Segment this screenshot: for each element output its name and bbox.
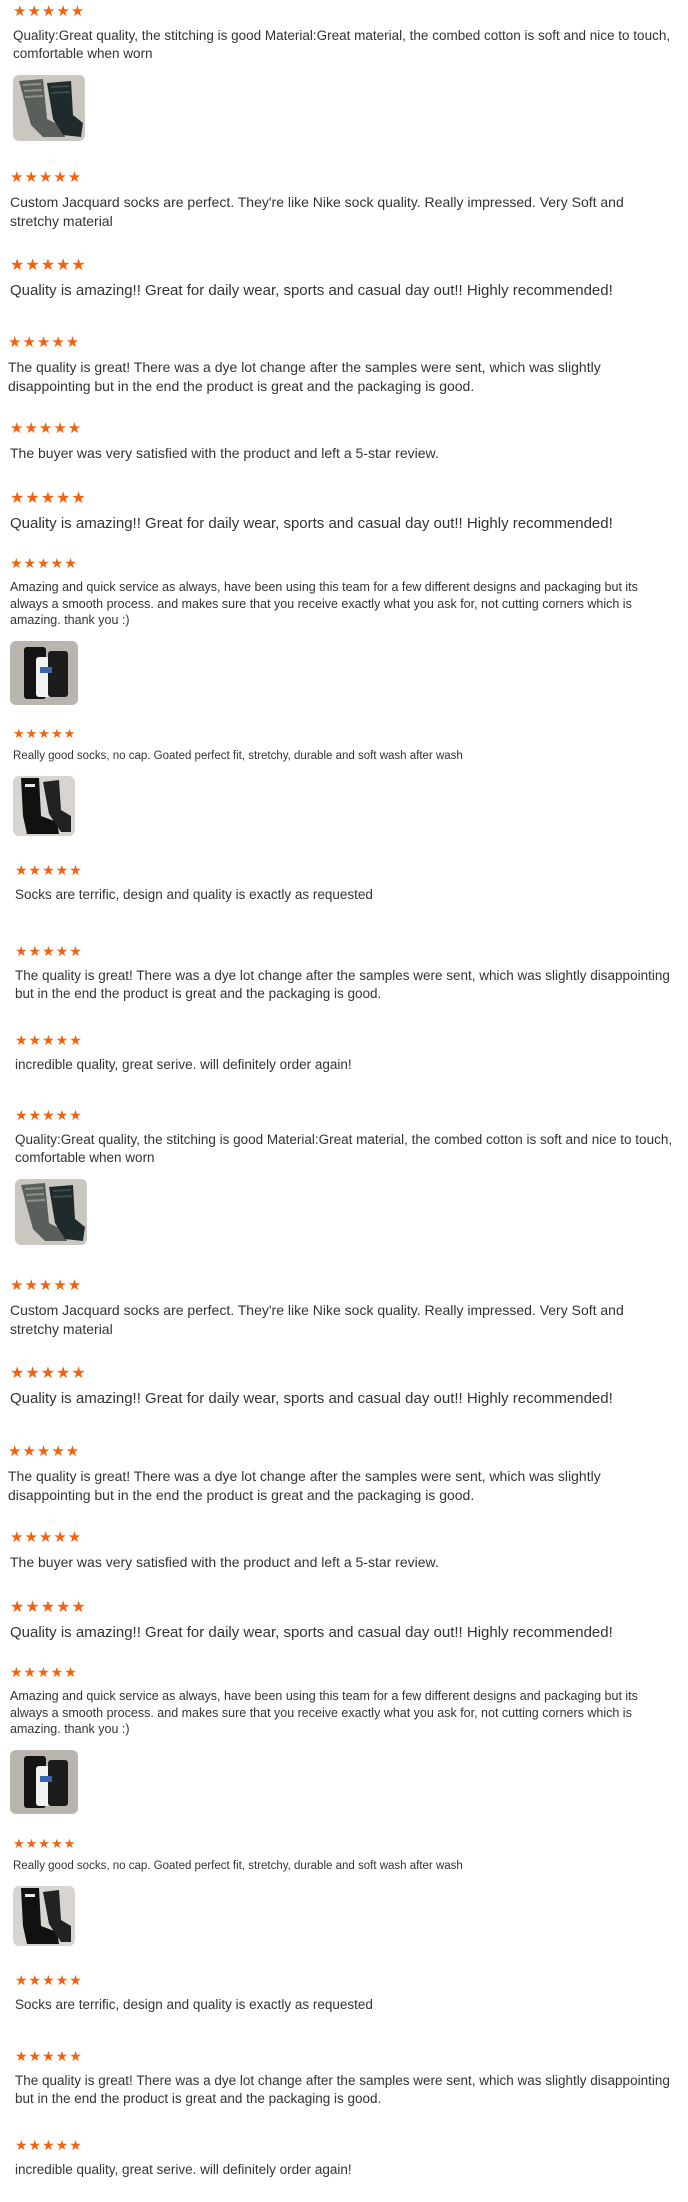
- star-rating: ★★★★★: [10, 255, 87, 274]
- review-text: Amazing and quick service as always, hav…: [10, 1689, 638, 1737]
- review-photo-thumbnail[interactable]: [13, 74, 85, 141]
- star-rating: ★★★★★: [15, 2138, 83, 2154]
- review-card: ★★★★★ Quality is amazing!! Great for dai…: [10, 490, 680, 534]
- review-text: incredible quality, great serive. will d…: [15, 1057, 352, 1072]
- review-card: ★★★★★ The buyer was very satisfied with …: [10, 1530, 675, 1572]
- star-rating: ★★★★★: [10, 1665, 78, 1681]
- review-text: Really good socks, no cap. Goated perfec…: [13, 750, 463, 762]
- star-rating: ★★★★★: [15, 944, 83, 960]
- review-card: ★★★★★ Socks are terrific, design and qua…: [15, 864, 675, 904]
- review-card: ★★★★★ Quality:Great quality, the stitchi…: [15, 1109, 675, 1245]
- star-rating: ★★★★★: [8, 1442, 81, 1460]
- review-text: Really good socks, no cap. Goated perfec…: [13, 1860, 463, 1872]
- review-card: ★★★★★ Quality:Great quality, the stitchi…: [13, 4, 675, 141]
- review-text: Quality is amazing!! Great for daily wea…: [10, 1624, 613, 1641]
- review-text: Socks are terrific, design and quality i…: [15, 1997, 373, 2012]
- star-rating: ★★★★★: [15, 863, 83, 879]
- review-feed: ★★★★★ Quality:Great quality, the stitchi…: [0, 0, 688, 2202]
- review-card: ★★★★★ Quality is amazing!! Great for dai…: [10, 257, 680, 301]
- review-photo-thumbnail[interactable]: [13, 1886, 75, 1947]
- review-text: incredible quality, great serive. will d…: [15, 2162, 352, 2177]
- review-text: The quality is great! There was a dye lo…: [15, 968, 670, 1001]
- review-text: Custom Jacquard socks are perfect. They'…: [10, 194, 624, 229]
- star-rating: ★★★★★: [10, 1363, 87, 1382]
- review-text: Amazing and quick service as always, hav…: [10, 580, 638, 628]
- star-rating: ★★★★★: [10, 1276, 83, 1294]
- review-text: Quality is amazing!! Great for daily wea…: [10, 282, 613, 299]
- review-card: ★★★★★ Amazing and quick service as alway…: [10, 1666, 675, 1814]
- review-card: ★★★★★ The quality is great! There was a …: [15, 2050, 675, 2108]
- review-text: Custom Jacquard socks are perfect. They'…: [10, 1302, 624, 1337]
- review-text: The quality is great! There was a dye lo…: [8, 1468, 601, 1503]
- review-card: ★★★★★ Amazing and quick service as alway…: [10, 557, 675, 705]
- review-text: Quality:Great quality, the stitching is …: [15, 1132, 673, 1165]
- review-card: ★★★★★ Really good socks, no cap. Goated …: [13, 727, 673, 837]
- review-text: The quality is great! There was a dye lo…: [15, 2073, 670, 2106]
- review-card: ★★★★★ The buyer was very satisfied with …: [10, 421, 675, 463]
- star-rating: ★★★★★: [15, 1973, 83, 1989]
- review-text: Quality is amazing!! Great for daily wea…: [10, 1390, 613, 1407]
- star-rating: ★★★★★: [13, 2, 86, 20]
- star-rating: ★★★★★: [13, 727, 77, 742]
- review-card: ★★★★★ incredible quality, great serive. …: [15, 1034, 675, 1074]
- review-text: The quality is great! There was a dye lo…: [8, 359, 601, 394]
- star-rating: ★★★★★: [10, 419, 83, 437]
- review-text: Socks are terrific, design and quality i…: [15, 887, 373, 902]
- review-text: The buyer was very satisfied with the pr…: [10, 445, 439, 461]
- star-rating: ★★★★★: [10, 488, 87, 507]
- review-photo-thumbnail[interactable]: [10, 1749, 78, 1814]
- review-card: ★★★★★ The quality is great! There was a …: [8, 335, 680, 395]
- star-rating: ★★★★★: [10, 556, 78, 572]
- star-rating: ★★★★★: [10, 168, 83, 186]
- review-photo-thumbnail[interactable]: [15, 1178, 87, 1245]
- review-photo-thumbnail[interactable]: [13, 776, 75, 837]
- review-card: ★★★★★ The quality is great! There was a …: [8, 1444, 680, 1504]
- review-text: Quality:Great quality, the stitching is …: [13, 28, 671, 61]
- star-rating: ★★★★★: [15, 1033, 83, 1049]
- star-rating: ★★★★★: [10, 1597, 87, 1616]
- star-rating: ★★★★★: [8, 333, 81, 351]
- review-card: ★★★★★ Quality is amazing!! Great for dai…: [10, 1599, 680, 1643]
- review-card: ★★★★★ Custom Jacquard socks are perfect.…: [10, 170, 675, 230]
- review-photo-thumbnail[interactable]: [10, 640, 78, 705]
- review-card: ★★★★★ The quality is great! There was a …: [15, 945, 675, 1003]
- review-card: ★★★★★ Socks are terrific, design and qua…: [15, 1974, 675, 2014]
- star-rating: ★★★★★: [15, 2049, 83, 2065]
- star-rating: ★★★★★: [15, 1108, 83, 1124]
- review-card: ★★★★★ incredible quality, great serive. …: [15, 2139, 675, 2179]
- review-text: Quality is amazing!! Great for daily wea…: [10, 515, 613, 532]
- review-text: The buyer was very satisfied with the pr…: [10, 1554, 439, 1570]
- review-card: ★★★★★ Quality is amazing!! Great for dai…: [10, 1365, 680, 1409]
- review-card: ★★★★★ Custom Jacquard socks are perfect.…: [10, 1278, 675, 1338]
- review-card: ★★★★★ Really good socks, no cap. Goated …: [13, 1837, 673, 1947]
- star-rating: ★★★★★: [13, 1837, 77, 1852]
- star-rating: ★★★★★: [10, 1528, 83, 1546]
